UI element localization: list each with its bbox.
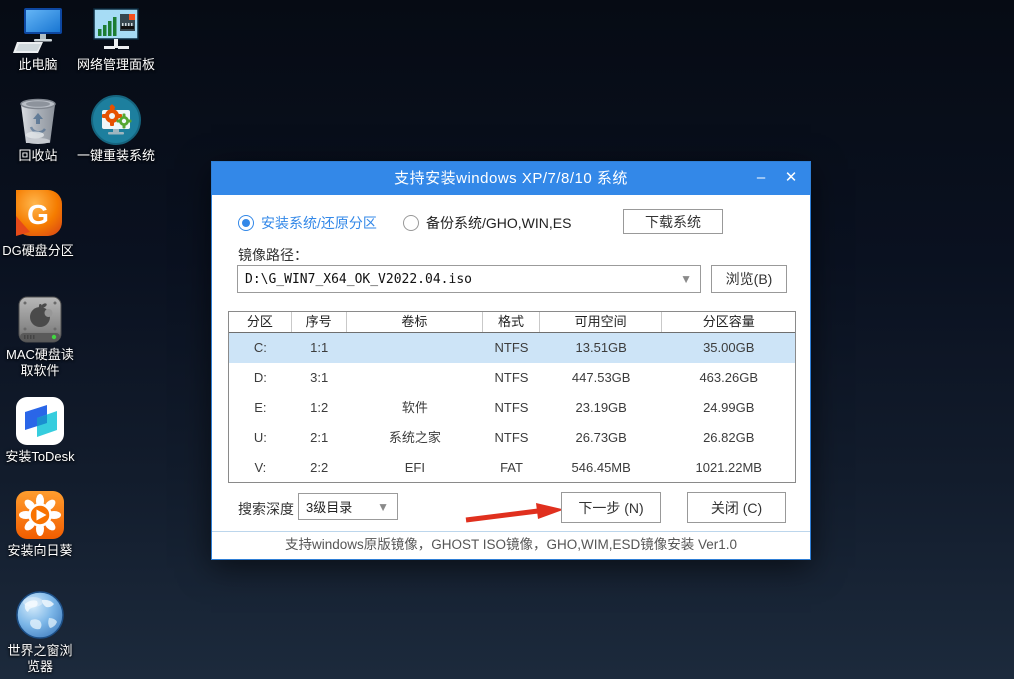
image-path-value: D:\G_WIN7_X64_OK_V2022.04.iso	[238, 272, 680, 287]
desktop-icon-one-click-reinstall[interactable]: 一键重装系统	[74, 97, 158, 164]
table-cell: NTFS	[483, 333, 540, 363]
column-header[interactable]: 分区容量	[662, 312, 795, 332]
table-cell: 26.82GB	[662, 423, 795, 453]
search-depth-label: 搜索深度	[238, 499, 294, 519]
desktop-background: 此电脑 网络管理面板	[0, 0, 1014, 679]
table-cell: 3:1	[292, 363, 347, 393]
column-header[interactable]: 分区	[229, 312, 292, 332]
column-header[interactable]: 可用空间	[540, 312, 663, 332]
desktop-icon-install-sunflower[interactable]: 安装向日葵	[2, 492, 78, 559]
table-cell: FAT	[483, 453, 540, 483]
download-system-button[interactable]: 下载系统	[623, 209, 723, 234]
sunflower-icon	[15, 492, 65, 540]
red-pointer-arrow	[464, 502, 566, 524]
next-step-button[interactable]: 下一步 (N)	[561, 492, 661, 523]
image-path-label: 镜像路径：	[238, 245, 308, 265]
table-cell: 26.73GB	[540, 423, 663, 453]
table-row[interactable]: D:3:1 NTFS447.53GB463.26GB	[229, 363, 795, 393]
radio-install-system[interactable]: 安装系统/还原分区	[238, 213, 377, 233]
table-row[interactable]: V:2:2EFIFAT546.45MB1021.22MB	[229, 453, 795, 483]
table-cell: 1:1	[292, 333, 347, 363]
column-header[interactable]: 序号	[292, 312, 347, 332]
table-cell	[347, 333, 484, 363]
table-cell: 2:1	[292, 423, 347, 453]
close-dialog-button[interactable]: 关闭 (C)	[687, 492, 786, 523]
table-cell: NTFS	[483, 423, 540, 453]
table-cell: 24.99GB	[662, 393, 795, 423]
table-cell: 23.19GB	[540, 393, 663, 423]
search-depth-dropdown[interactable]: 3级目录 ▼	[298, 493, 398, 520]
table-cell: U:	[229, 423, 292, 453]
desktop-icon-recycle-bin[interactable]: 回收站	[2, 97, 74, 164]
table-row[interactable]: U:2:1系统之家NTFS26.73GB26.82GB	[229, 423, 795, 453]
desktop-icon-label: 一键重装系统	[77, 148, 155, 164]
svg-text:G: G	[27, 199, 49, 230]
partition-table: 分区序号卷标格式可用空间分区容量 C:1:1NTFS13.51GB35.00GB…	[228, 311, 796, 483]
desktop-icon-network-panel[interactable]: 网络管理面板	[74, 6, 158, 73]
image-path-combobox[interactable]: D:\G_WIN7_X64_OK_V2022.04.iso ▼	[237, 265, 701, 293]
table-cell	[347, 363, 484, 393]
column-header[interactable]: 格式	[483, 312, 540, 332]
desktop-icon-label: 世界之窗浏览器	[2, 643, 78, 675]
table-cell: 1:2	[292, 393, 347, 423]
table-row[interactable]: C:1:1 NTFS13.51GB35.00GB	[229, 333, 795, 363]
network-panel-icon	[91, 6, 141, 54]
table-cell: E:	[229, 393, 292, 423]
dg-partition-icon: G	[12, 192, 64, 240]
table-cell: 13.51GB	[540, 333, 663, 363]
radio-backup-label: 备份系统/GHO,WIN,ES	[426, 213, 571, 233]
radio-install-label: 安装系统/还原分区	[261, 213, 377, 233]
table-cell: 1021.22MB	[662, 453, 795, 483]
dialog-title: 支持安装windows XP/7/8/10 系统	[212, 162, 810, 195]
desktop-icon-label: MAC硬盘读取软件	[2, 347, 78, 379]
minimize-button[interactable]: –	[746, 162, 776, 195]
globe-browser-icon	[15, 592, 65, 640]
table-cell: 447.53GB	[540, 363, 663, 393]
table-cell: 546.45MB	[540, 453, 663, 483]
table-cell: 2:2	[292, 453, 347, 483]
status-bar: 支持windows原版镜像，GHOST ISO镜像，GHO,WIM,ESD镜像安…	[212, 531, 810, 559]
table-cell: 软件	[347, 393, 484, 423]
partition-table-body: C:1:1NTFS13.51GB35.00GBD:3:1NTFS447.53GB…	[229, 333, 795, 483]
partition-table-header: 分区序号卷标格式可用空间分区容量	[229, 312, 795, 333]
radio-selected-icon	[238, 215, 254, 231]
table-cell: 35.00GB	[662, 333, 795, 363]
desktop-icon-label: 此电脑	[18, 57, 57, 73]
table-row[interactable]: E:1:2软件NTFS23.19GB24.99GB	[229, 393, 795, 423]
table-cell: V:	[229, 453, 292, 483]
table-cell: EFI	[347, 453, 484, 483]
close-button[interactable]: ✕	[776, 162, 806, 195]
desktop-icon-label: 网络管理面板	[77, 57, 155, 73]
browse-button[interactable]: 浏览(B)	[711, 265, 787, 293]
table-cell: NTFS	[483, 363, 540, 393]
mac-disk-reader-icon	[16, 296, 64, 344]
column-header[interactable]: 卷标	[347, 312, 484, 332]
desktop-icon-world-browser[interactable]: 世界之窗浏览器	[2, 592, 78, 675]
table-cell: NTFS	[483, 393, 540, 423]
one-click-reinstall-icon	[91, 97, 141, 145]
table-cell: D:	[229, 363, 292, 393]
desktop-icon-label: 安装向日葵	[7, 543, 72, 559]
table-cell: 系统之家	[347, 423, 484, 453]
todesk-icon	[15, 398, 65, 446]
table-cell: 463.26GB	[662, 363, 795, 393]
desktop-icon-label: DG硬盘分区	[2, 243, 74, 259]
dialog-titlebar[interactable]: 支持安装windows XP/7/8/10 系统 – ✕	[212, 162, 810, 195]
chevron-down-icon: ▼	[377, 500, 397, 514]
desktop-icon-this-pc[interactable]: 此电脑	[2, 6, 74, 73]
installer-dialog: 支持安装windows XP/7/8/10 系统 – ✕ 安装系统/还原分区 备…	[211, 161, 811, 560]
search-depth-value: 3级目录	[299, 497, 377, 516]
radio-backup-system[interactable]: 备份系统/GHO,WIN,ES	[403, 213, 571, 233]
desktop-icon-label: 回收站	[18, 148, 57, 164]
desktop-icon-install-todesk[interactable]: 安装ToDesk	[2, 398, 78, 465]
chevron-down-icon[interactable]: ▼	[680, 272, 700, 286]
desktop-icon-label: 安装ToDesk	[5, 449, 74, 465]
desktop-icon-mac-disk-reader[interactable]: MAC硬盘读取软件	[2, 296, 78, 379]
recycle-bin-icon	[19, 97, 57, 145]
table-cell: C:	[229, 333, 292, 363]
radio-unselected-icon	[403, 215, 419, 231]
this-pc-icon	[13, 6, 63, 54]
desktop-icon-dg-partition[interactable]: G DG硬盘分区	[2, 192, 74, 259]
